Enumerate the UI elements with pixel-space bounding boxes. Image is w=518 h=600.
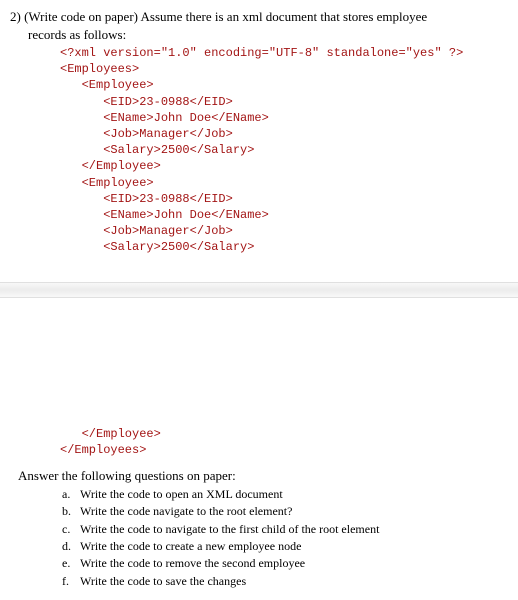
answer-letter: c. bbox=[62, 521, 70, 538]
answer-text: Write the code to create a new employee … bbox=[80, 539, 301, 553]
question-intro-line2: records as follows: bbox=[10, 27, 126, 42]
answer-item-c: c. Write the code to navigate to the fir… bbox=[62, 521, 508, 538]
answer-letter: d. bbox=[62, 538, 71, 555]
answer-letter: e. bbox=[62, 555, 70, 572]
xml-code-top: <?xml version="1.0" encoding="UTF-8" sta… bbox=[10, 45, 508, 255]
answer-text: Write the code to navigate to the first … bbox=[80, 522, 379, 536]
answer-text: Write the code navigate to the root elem… bbox=[80, 504, 292, 518]
answer-list: a. Write the code to open an XML documen… bbox=[10, 486, 508, 590]
answer-letter: a. bbox=[62, 486, 70, 503]
answer-item-d: d. Write the code to create a new employ… bbox=[62, 538, 508, 555]
question-number: 2) bbox=[10, 9, 21, 24]
answer-item-b: b. Write the code navigate to the root e… bbox=[62, 503, 508, 520]
question-intro-line1: (Write code on paper) Assume there is an… bbox=[24, 9, 427, 24]
answer-text: Write the code to open an XML document bbox=[80, 487, 283, 501]
answer-item-f: f. Write the code to save the changes bbox=[62, 573, 508, 590]
answer-letter: b. bbox=[62, 503, 71, 520]
page-bottom: </Employee> </Employees> Answer the foll… bbox=[0, 316, 518, 600]
page-top: 2) (Write code on paper) Assume there is… bbox=[0, 0, 518, 264]
question-header: 2) (Write code on paper) Assume there is… bbox=[10, 8, 508, 43]
answer-text: Write the code to save the changes bbox=[80, 574, 246, 588]
answer-item-e: e. Write the code to remove the second e… bbox=[62, 555, 508, 572]
page-divider bbox=[0, 282, 518, 298]
answer-item-a: a. Write the code to open an XML documen… bbox=[62, 486, 508, 503]
answer-header: Answer the following questions on paper: bbox=[10, 468, 508, 484]
answer-letter: f. bbox=[62, 573, 69, 590]
xml-code-bottom: </Employee> </Employees> bbox=[10, 426, 508, 458]
answer-text: Write the code to remove the second empl… bbox=[80, 556, 305, 570]
